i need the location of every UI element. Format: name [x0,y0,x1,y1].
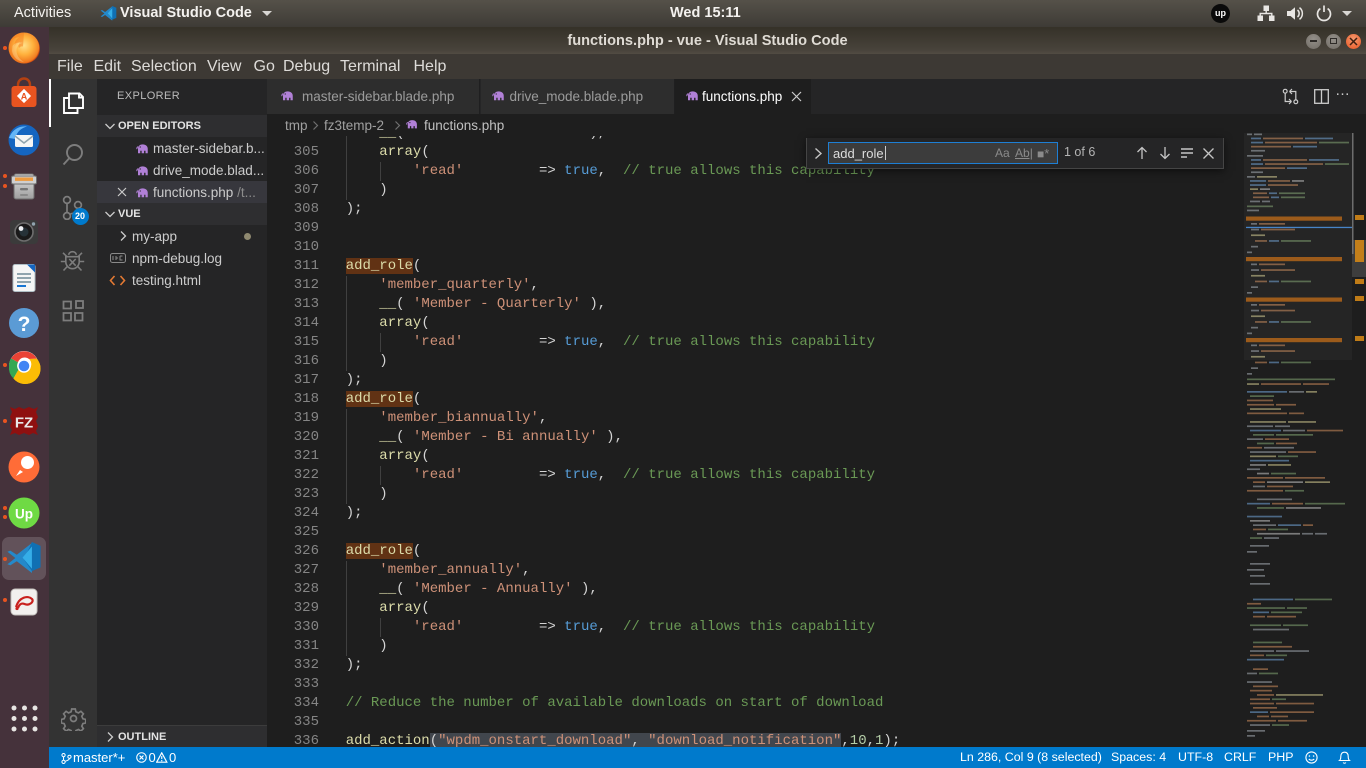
svg-text:FZ: FZ [15,415,33,432]
svg-text:Up: Up [15,507,33,522]
svg-text:?: ? [18,313,31,336]
svg-text:A: A [21,92,28,102]
